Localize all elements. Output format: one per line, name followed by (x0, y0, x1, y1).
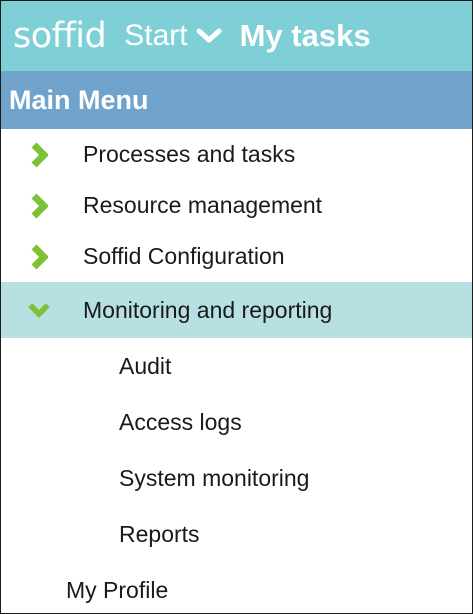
chevron-right-icon (27, 241, 51, 273)
app-window: soffid Start My tasks Main Menu Processe… (0, 0, 473, 614)
soffid-logo[interactable]: soffid (13, 16, 107, 56)
submenu-item-system-monitoring[interactable]: System monitoring (1, 450, 472, 506)
start-menu-button[interactable]: Start (124, 19, 222, 53)
chevron-down-icon (196, 27, 222, 45)
menu-item-soffid-configuration[interactable]: Soffid Configuration (1, 231, 472, 282)
menu-item-resource-management[interactable]: Resource management (1, 180, 472, 231)
main-menu-header: Main Menu (1, 71, 472, 129)
submenu-item-audit[interactable]: Audit (1, 338, 472, 394)
menu-item-label: Monitoring and reporting (83, 296, 333, 323)
submenu-item-access-logs[interactable]: Access logs (1, 394, 472, 450)
menu-item-processes-and-tasks[interactable]: Processes and tasks (1, 129, 472, 180)
menu-item-label: Soffid Configuration (83, 243, 285, 269)
menu-item-monitoring-and-reporting[interactable]: Monitoring and reporting (1, 282, 472, 338)
chevron-right-icon (27, 190, 51, 222)
submenu-item-reports[interactable]: Reports (1, 506, 472, 562)
menu-item-label: Processes and tasks (83, 141, 296, 167)
menu-item-label: Resource management (83, 192, 323, 218)
top-bar: soffid Start My tasks (1, 1, 472, 71)
chevron-right-icon (27, 139, 51, 171)
menu-item-my-profile[interactable]: My Profile (1, 562, 472, 613)
main-menu: Processes and tasks Resource management … (1, 129, 472, 613)
chevron-down-icon (27, 294, 51, 326)
page-title: My tasks (239, 18, 371, 53)
start-label: Start (124, 19, 188, 52)
